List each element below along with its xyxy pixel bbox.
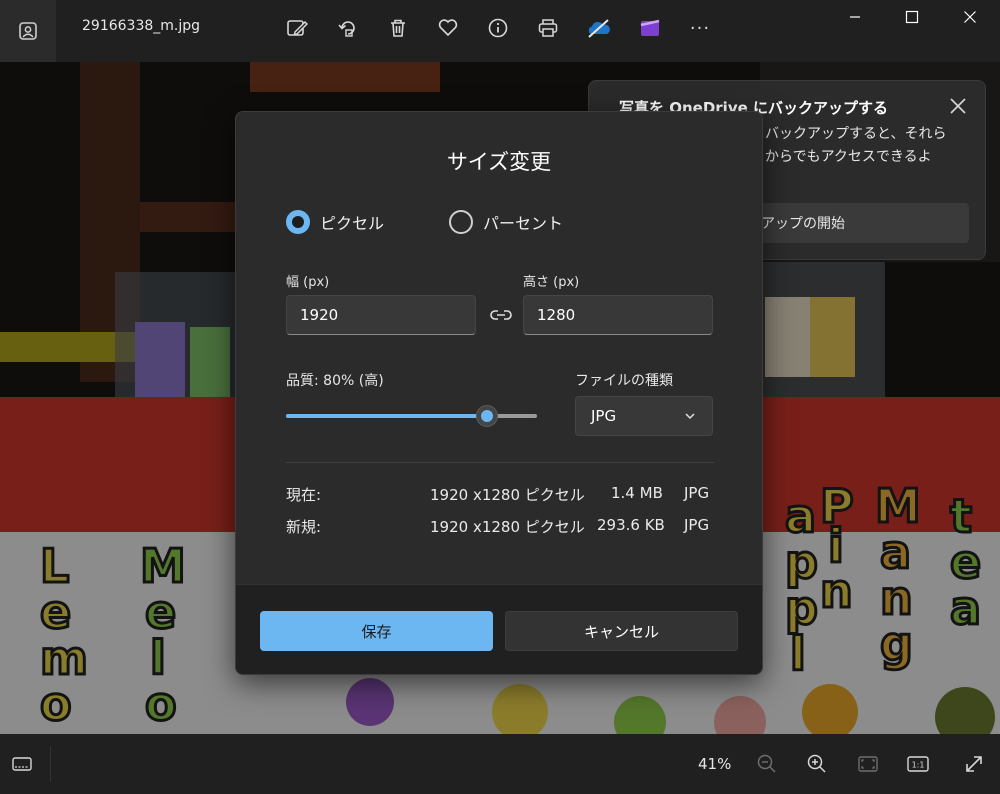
- actual-size-icon[interactable]: 1:1: [905, 752, 931, 776]
- save-button[interactable]: 保存: [260, 611, 493, 651]
- resize-dialog: サイズ変更 ピクセル パーセント 幅 (px) 1920 高さ (px) 128…: [235, 111, 763, 675]
- current-label: 現在:: [286, 486, 322, 504]
- quality-slider-thumb[interactable]: [476, 405, 498, 427]
- divider: [286, 462, 714, 463]
- radio-selected-icon: [286, 210, 310, 234]
- current-dimensions: 1920 x1280 ピクセル: [430, 486, 585, 504]
- height-label: 高さ (px): [523, 275, 580, 290]
- dialog-title: サイズ変更: [446, 150, 552, 174]
- delete-icon[interactable]: [381, 13, 415, 43]
- quality-label: 品質: 80% (高): [286, 373, 384, 389]
- maximize-icon[interactable]: [895, 6, 929, 28]
- aspect-lock-link-icon[interactable]: [488, 305, 514, 325]
- title-bar: 29166338_m.jpg ···: [0, 0, 1000, 62]
- file-name: 29166338_m.jpg: [82, 18, 201, 34]
- zoom-out-icon[interactable]: [754, 752, 780, 776]
- svg-text:1:1: 1:1: [912, 761, 925, 770]
- new-dimensions: 1920 x1280 ピクセル: [430, 518, 585, 536]
- filetype-select[interactable]: JPG: [575, 396, 713, 436]
- onedrive-icon[interactable]: [582, 13, 616, 43]
- favorite-icon[interactable]: [431, 13, 465, 43]
- edit-image-icon[interactable]: [280, 13, 314, 43]
- fullscreen-icon[interactable]: [961, 752, 987, 776]
- rotate-icon[interactable]: [331, 13, 365, 43]
- filetype-value: JPG: [591, 407, 617, 425]
- width-field[interactable]: 1920: [286, 295, 476, 335]
- filetype-label: ファイルの種類: [575, 373, 673, 389]
- more-icon[interactable]: ···: [683, 13, 717, 43]
- current-format: JPG: [684, 484, 710, 502]
- filmstrip-icon[interactable]: [9, 752, 35, 776]
- current-size: 1.4 MB: [611, 484, 663, 502]
- quality-slider-fill: [286, 414, 487, 418]
- mode-pixels-radio[interactable]: ピクセル: [286, 210, 384, 234]
- height-field[interactable]: 1280: [523, 295, 713, 335]
- notification-close-icon[interactable]: [947, 95, 969, 117]
- quality-slider[interactable]: [286, 405, 537, 427]
- dialog-footer: 保存 キャンセル: [236, 584, 762, 674]
- zoom-in-icon[interactable]: [804, 752, 830, 776]
- radio-unselected-icon: [449, 210, 473, 234]
- cancel-button[interactable]: キャンセル: [505, 611, 738, 651]
- mode-percent-radio[interactable]: パーセント: [449, 210, 563, 234]
- new-format: JPG: [684, 516, 710, 534]
- separator: [50, 746, 51, 782]
- mode-percent-label: パーセント: [483, 214, 564, 233]
- mode-pixels-label: ピクセル: [320, 214, 385, 233]
- close-icon[interactable]: [953, 6, 987, 28]
- photos-app-icon[interactable]: [0, 0, 56, 62]
- clipchamp-icon[interactable]: [633, 13, 667, 43]
- width-label: 幅 (px): [286, 275, 330, 290]
- new-size: 293.6 KB: [597, 516, 665, 534]
- fit-to-window-icon[interactable]: [855, 752, 881, 776]
- new-label: 新規:: [286, 518, 322, 536]
- zoom-level[interactable]: 41%: [698, 755, 731, 773]
- minimize-icon[interactable]: [838, 6, 872, 28]
- print-icon[interactable]: [531, 13, 565, 43]
- chevron-down-icon: [685, 413, 695, 420]
- bottom-status-bar: 41% 1:1: [0, 734, 1000, 794]
- info-icon[interactable]: [481, 13, 515, 43]
